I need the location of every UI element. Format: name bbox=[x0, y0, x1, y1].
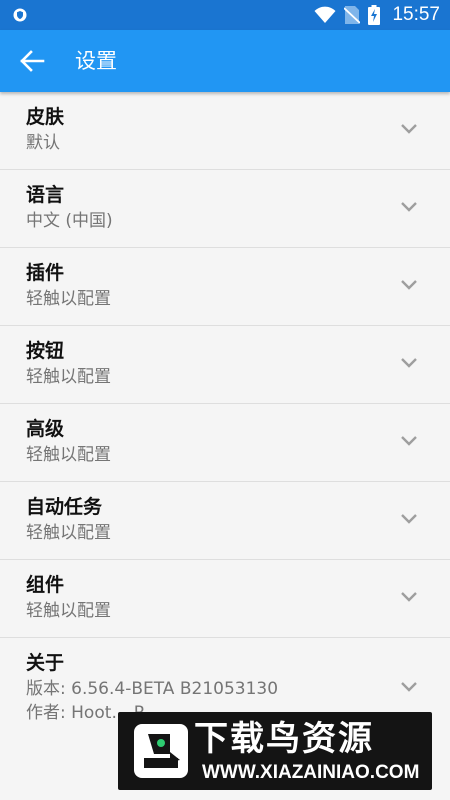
setting-language[interactable]: 语言 中文 (中国) bbox=[0, 170, 450, 248]
setting-subtitle: 轻触以配置 bbox=[26, 445, 111, 465]
setting-advanced[interactable]: 高级 轻触以配置 bbox=[0, 404, 450, 482]
setting-title: 语言 bbox=[26, 184, 65, 206]
wifi-icon bbox=[314, 6, 336, 23]
setting-subtitle: 默认 bbox=[26, 133, 60, 153]
chevron-down-icon bbox=[401, 592, 417, 602]
chevron-down-icon bbox=[401, 202, 417, 212]
battery-charging-icon bbox=[368, 5, 381, 25]
watermark-banner: 下载鸟资源 WWW.XIAZAINIAO.COM bbox=[118, 712, 432, 790]
setting-title: 皮肤 bbox=[26, 106, 65, 128]
setting-auto-tasks[interactable]: 自动任务 轻触以配置 bbox=[0, 482, 450, 560]
page-title: 设置 bbox=[75, 49, 117, 73]
clock: 15:57 bbox=[392, 4, 440, 25]
setting-buttons[interactable]: 按钮 轻触以配置 bbox=[0, 326, 450, 404]
setting-plugins[interactable]: 插件 轻触以配置 bbox=[0, 248, 450, 326]
setting-title: 高级 bbox=[26, 418, 65, 440]
setting-title: 按钮 bbox=[26, 340, 65, 362]
status-bar: 15:57 bbox=[0, 0, 450, 30]
back-button[interactable] bbox=[16, 46, 48, 76]
setting-subtitle: 轻触以配置 bbox=[26, 523, 111, 543]
chevron-down-icon bbox=[401, 358, 417, 368]
setting-subtitle: 轻触以配置 bbox=[26, 601, 111, 621]
chevron-down-icon bbox=[401, 514, 417, 524]
settings-list: 皮肤 默认 语言 中文 (中国) 插件 轻触以配置 按钮 轻触以配置 高级 轻触… bbox=[0, 92, 450, 748]
no-sim-icon bbox=[344, 6, 361, 24]
setting-subtitle: 轻触以配置 bbox=[26, 367, 111, 387]
watermark-url: WWW.XIAZAINIAO.COM bbox=[202, 762, 420, 783]
setting-title: 组件 bbox=[26, 574, 65, 596]
setting-title: 关于 bbox=[26, 652, 65, 674]
arrow-back-icon bbox=[20, 50, 45, 72]
setting-skin[interactable]: 皮肤 默认 bbox=[0, 92, 450, 170]
setting-title: 插件 bbox=[26, 262, 65, 284]
chevron-down-icon bbox=[401, 124, 417, 134]
chevron-down-icon bbox=[401, 280, 417, 290]
version-text: 版本: 6.56.4-BETA B21053130 bbox=[26, 679, 279, 699]
setting-subtitle: 中文 (中国) bbox=[26, 211, 113, 231]
shield-icon bbox=[13, 8, 27, 22]
setting-widgets[interactable]: 组件 轻触以配置 bbox=[0, 560, 450, 638]
setting-title: 自动任务 bbox=[26, 496, 103, 518]
chevron-down-icon bbox=[401, 682, 417, 692]
watermark-title: 下载鸟资源 bbox=[194, 719, 374, 759]
status-icons: 15:57 bbox=[314, 0, 440, 30]
bird-logo-icon bbox=[134, 724, 188, 778]
chevron-down-icon bbox=[401, 436, 417, 446]
setting-subtitle: 轻触以配置 bbox=[26, 289, 111, 309]
app-bar: 设置 bbox=[0, 30, 450, 92]
